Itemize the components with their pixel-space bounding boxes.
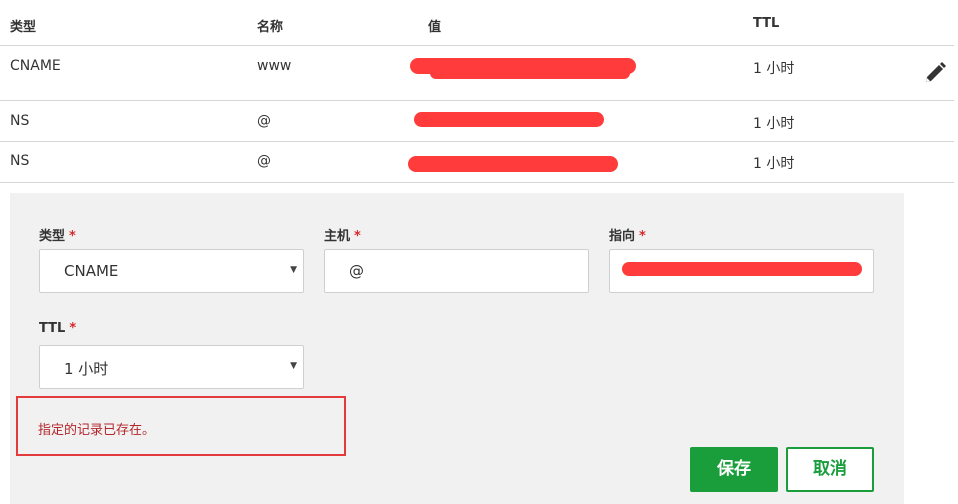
cancel-button[interactable]: 取消 [786, 447, 874, 492]
row-ttl-cell: 1 小时 [753, 116, 795, 132]
redacted-value [414, 112, 604, 127]
row-divider [0, 141, 954, 142]
type-select-value: CNAME [64, 262, 119, 280]
column-header-value: 值 [428, 20, 442, 35]
column-header-ttl: TTL [753, 16, 780, 31]
required-mark: * [69, 321, 77, 336]
row-type-cell: NS [10, 153, 30, 169]
dropdown-caret-icon: ▼ [290, 361, 297, 371]
column-header-name: 名称 [257, 20, 284, 35]
row-ttl-cell: 1 小时 [753, 156, 795, 172]
redacted-value [622, 262, 862, 276]
required-mark: * [354, 229, 361, 244]
row-divider [0, 100, 954, 101]
row-type-cell: CNAME [10, 58, 61, 74]
redacted-value [430, 67, 630, 79]
target-label-text: 指向 [609, 229, 636, 244]
pencil-icon[interactable] [922, 60, 948, 86]
row-name-cell: www [257, 58, 292, 74]
error-message-box: 指定的记录已存在。 [16, 396, 346, 456]
row-name-cell: @ [257, 153, 271, 169]
host-label-text: 主机 [324, 229, 351, 244]
host-input-value: @ [349, 262, 364, 280]
type-label-text: 类型 [39, 229, 66, 244]
column-header-type: 类型 [10, 20, 37, 35]
type-field-label: 类型 * [39, 225, 76, 244]
row-ttl-cell: 1 小时 [753, 61, 795, 77]
header-divider [0, 45, 954, 46]
row-divider [0, 182, 954, 183]
host-input[interactable]: @ [324, 249, 589, 293]
row-type-cell: NS [10, 113, 30, 129]
ttl-select-value: 1 小时 [64, 360, 109, 378]
row-name-cell: @ [257, 113, 271, 129]
redacted-value [408, 156, 618, 172]
ttl-label-text: TTL [39, 321, 66, 336]
host-field-label: 主机 * [324, 225, 361, 244]
dropdown-caret-icon: ▼ [290, 265, 297, 275]
save-button[interactable]: 保存 [690, 447, 778, 492]
ttl-field-label: TTL * [39, 321, 76, 336]
target-field-label: 指向 * [609, 225, 646, 244]
target-input[interactable] [609, 249, 874, 293]
type-select[interactable]: CNAME ▼ [39, 249, 304, 293]
ttl-select[interactable]: 1 小时 ▼ [39, 345, 304, 389]
required-mark: * [639, 229, 646, 244]
error-message: 指定的记录已存在。 [38, 423, 156, 438]
required-mark: * [69, 229, 76, 244]
